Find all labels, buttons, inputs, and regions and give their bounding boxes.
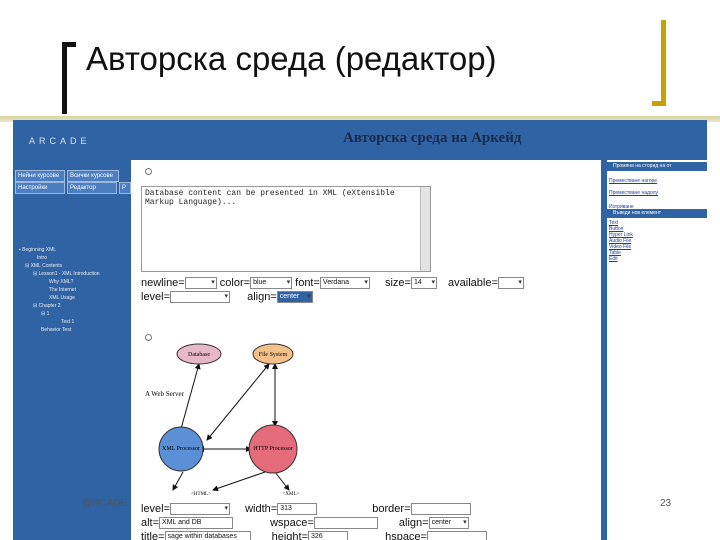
title-input[interactable]: sage within databases [164, 531, 251, 540]
newline-label: newline= [141, 277, 185, 289]
image-form-row-3: title= sage within databases height= 326 h… [141, 531, 487, 540]
tree-item[interactable]: ⊟ Lesson1 - XML Introduction [17, 270, 129, 278]
width-input[interactable]: 313 [277, 503, 318, 516]
edit-link[interactable]: Edit [609, 256, 618, 262]
tree-item[interactable]: ⊟ 1 [17, 310, 129, 318]
webserver-label: A Web Server [145, 390, 185, 398]
height-input[interactable]: 326 [308, 531, 349, 540]
xml-tag-label: <XML> [283, 492, 300, 497]
img-align-select[interactable]: center [428, 517, 469, 530]
textarea-scrollbar[interactable] [420, 187, 430, 271]
editor-screenshot: ARCADE Авторска среда на Аркейд Нейни ку… [13, 120, 707, 540]
align-select[interactable]: center [276, 291, 313, 304]
app-banner: Авторска среда на Аркейд [343, 130, 522, 146]
right-sidebar: Промяна на сторид на от Преместване наго… [601, 160, 707, 540]
wspace-label: wspace= [270, 517, 314, 529]
nav-settings[interactable]: Настройки [15, 182, 65, 194]
tree-item[interactable]: Why XML? [17, 278, 129, 286]
new-element-title: Въведи нов елемент [607, 209, 707, 218]
web-server-diagram: Database File System A Web Server XML Pr… [141, 340, 331, 500]
move-down-link[interactable]: Преместване надолу [609, 190, 658, 196]
border-label: border= [372, 503, 411, 515]
html-tag-label: <HTML> [191, 492, 211, 497]
text-form-row-2: level= align=center [141, 291, 313, 304]
image-form-row-1: level= width=313 border= [141, 503, 471, 516]
app-header: ARCADE Авторска среда на Аркейд [13, 120, 707, 160]
size-label: size= [384, 277, 411, 289]
title-label: title= [141, 531, 165, 540]
level-select[interactable] [170, 291, 231, 304]
nav-all-courses[interactable]: Всички курсове [67, 170, 119, 182]
course-tree: ▪ Beginning XML Intro ⊟ XML Contents ⊟ L… [17, 246, 129, 334]
hspace-label: hspace= [385, 531, 427, 540]
left-sidebar: Нейни курсове Всички курсове Настройки Р… [13, 160, 131, 540]
hspace-input[interactable] [426, 531, 487, 540]
level-label: level= [141, 291, 171, 303]
editor-main: Database content can be presented in XML… [131, 160, 601, 540]
right-bracket [652, 20, 666, 106]
available-select[interactable] [497, 277, 524, 290]
filesystem-label: File System [259, 352, 288, 358]
text-element-radio[interactable] [145, 168, 152, 175]
diagram-svg: Database File System A Web Server XML Pr… [145, 343, 300, 497]
tree-item[interactable]: XML Usage [17, 294, 129, 302]
wspace-input[interactable] [313, 517, 378, 530]
color-select[interactable]: blue [250, 277, 293, 290]
size-select[interactable]: 14 [410, 277, 437, 290]
content-textarea[interactable]: Database content can be presented in XML… [141, 186, 431, 272]
left-bracket [62, 42, 76, 114]
height-label: height= [271, 531, 309, 540]
xml-processor-label: XML Processor [162, 446, 200, 452]
footer-copyright: @RCADE [82, 498, 128, 509]
img-level-select[interactable] [170, 503, 231, 516]
alt-label: alt= [141, 517, 160, 529]
reorder-title: Промяна на сторид на от [607, 162, 707, 171]
img-level-label: level= [141, 503, 171, 515]
database-label: Database [188, 352, 210, 358]
tree-item[interactable]: Behavior Test [17, 326, 129, 334]
available-label: available= [448, 277, 498, 289]
newline-select[interactable] [184, 277, 217, 290]
image-form-row-2: alt= XML and DB wspace= align= center [141, 517, 469, 530]
alt-input[interactable]: XML and DB [159, 517, 234, 530]
tree-item[interactable]: The Internet [17, 286, 129, 294]
http-processor-label: HTTP Processor [253, 446, 293, 452]
nav-editor[interactable]: Редактор [67, 182, 117, 194]
tree-item[interactable]: ⊟ XML Contents [17, 262, 129, 270]
move-up-link[interactable]: Преместване нагоре [609, 178, 657, 184]
width-label: width= [245, 503, 278, 515]
font-select[interactable]: Verdana [319, 277, 370, 290]
nav-my-courses[interactable]: Нейни курсове [15, 170, 65, 182]
tree-item[interactable]: ⊟ Chapter 2 [17, 302, 129, 310]
app-logo: ARCADE [29, 136, 91, 146]
img-align-label: align= [398, 517, 429, 529]
tree-item[interactable]: ▪ Beginning XML [17, 246, 129, 254]
tree-item[interactable]: Test 1 [17, 318, 129, 326]
text-form-row-1: newline= color=blue font=Verdana size=14… [141, 277, 524, 290]
border-input[interactable] [410, 503, 471, 516]
font-label: font= [295, 277, 320, 289]
align-label: align= [247, 291, 277, 303]
color-label: color= [219, 277, 251, 289]
slide-title: Авторска среда (редактор) [86, 40, 497, 77]
nav-more[interactable]: Р [119, 182, 131, 194]
page-number: 23 [660, 498, 672, 509]
tree-item[interactable]: Intro [17, 254, 129, 262]
